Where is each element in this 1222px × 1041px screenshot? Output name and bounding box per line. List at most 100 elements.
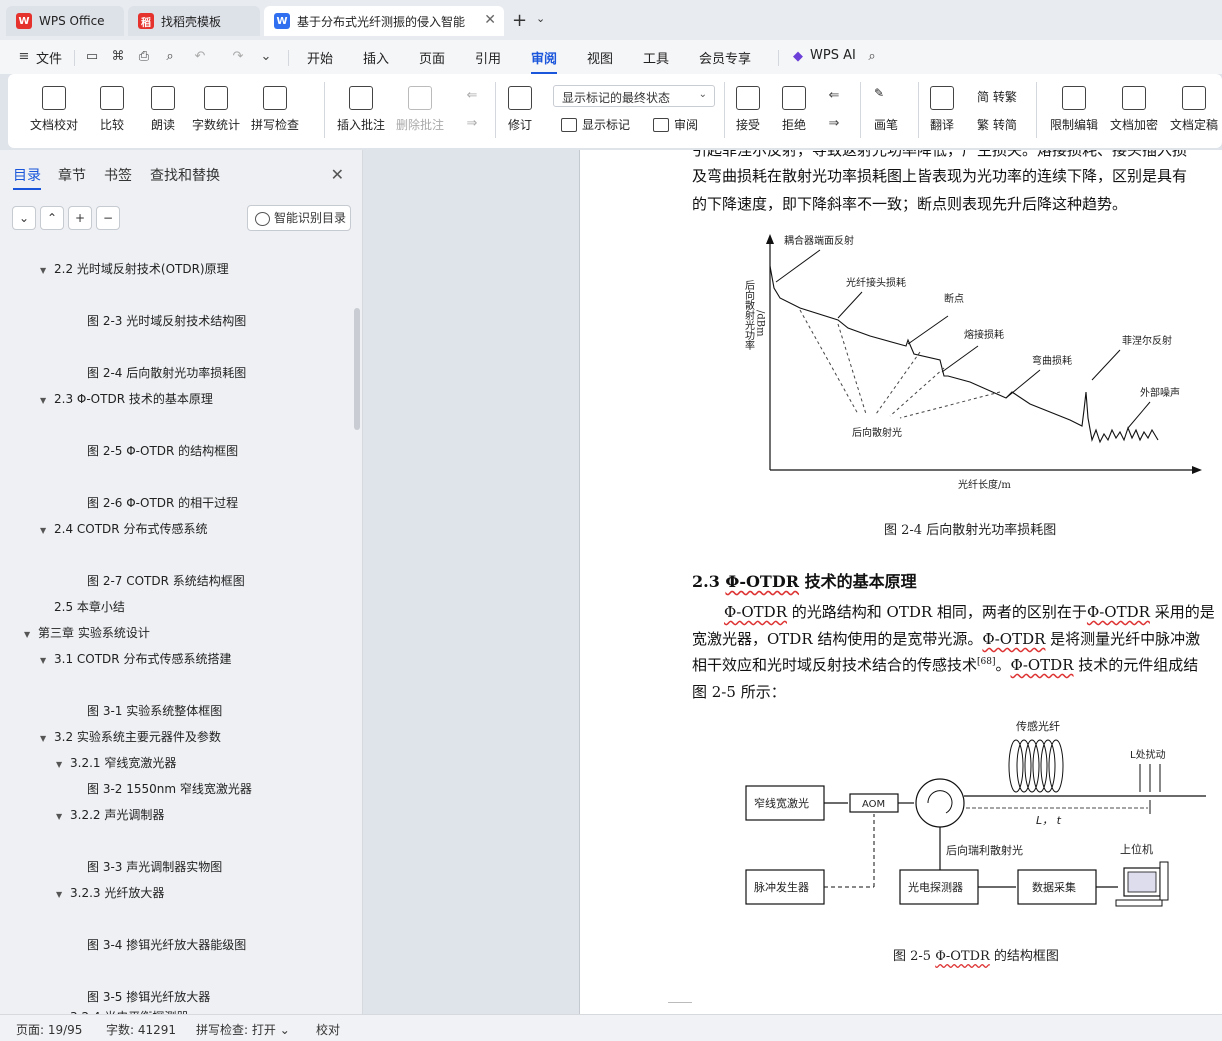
toc-item[interactable]: ▼ 第三章 实验系统设计: [24, 624, 150, 641]
tab-bookmarks[interactable]: 书签: [104, 165, 132, 185]
toc-item[interactable]: 图 2-3 光时域反射技术结构图: [87, 312, 246, 329]
toc-item[interactable]: 图 3-2 1550nm 窄线宽激光器: [87, 780, 252, 797]
finalize-button[interactable]: 文档定稿: [1170, 86, 1218, 133]
menu-wps-ai[interactable]: WPS AI: [810, 48, 856, 63]
caret-down-icon[interactable]: ▼: [40, 526, 54, 535]
menu-home[interactable]: 开始: [307, 48, 333, 67]
toc-item[interactable]: 2.5 本章小结: [54, 598, 125, 615]
caret-down-icon[interactable]: ▼: [40, 656, 54, 665]
toc-item[interactable]: ▼ 3.1 COTDR 分布式传感系统搭建: [40, 650, 231, 667]
undo-icon[interactable]: ↶: [192, 49, 208, 65]
toc-item[interactable]: ▼ 2.4 COTDR 分布式传感系统: [40, 520, 207, 537]
prev-comment-icon[interactable]: ⇐: [464, 88, 480, 104]
toc-item[interactable]: 图 2-6 Φ-OTDR 的相干过程: [87, 494, 238, 511]
new-tab-icon[interactable]: +: [512, 10, 527, 31]
tab-docer-templates[interactable]: 稻 找稻壳模板: [128, 6, 260, 36]
toc-item[interactable]: ▼ 3.2 实验系统主要元器件及参数: [40, 728, 221, 745]
caret-down-icon[interactable]: ▼: [40, 396, 54, 405]
close-icon[interactable]: ✕: [484, 12, 496, 28]
reject-button[interactable]: 拒绝: [782, 86, 806, 133]
document-page[interactable]: 引起菲涅尔反射，导致返射光功率降低，产生损失。熔接损耗、接头插入损 及弯曲损耗在…: [580, 150, 1222, 1014]
read-aloud-button[interactable]: 朗读: [151, 86, 175, 133]
next-change-icon[interactable]: ⇒: [826, 116, 842, 132]
menu-membership[interactable]: 会员专享: [699, 48, 751, 67]
figure-backscatter-loss: 后向散射光功率 /dBm 光纤长度/m 耦合器端面反射 光纤接头损耗 断点 熔接…: [743, 234, 1202, 491]
encrypt-button[interactable]: 文档加密: [1110, 86, 1158, 133]
translate-button[interactable]: 翻译: [930, 86, 954, 133]
menu-tools[interactable]: 工具: [643, 48, 669, 67]
tab-toc[interactable]: 目录: [13, 165, 41, 190]
insert-comment-button[interactable]: 插入批注: [337, 86, 385, 133]
restrict-edit-button[interactable]: 限制编辑: [1050, 86, 1098, 133]
prev-change-icon[interactable]: ⇐: [826, 88, 842, 104]
tab-chapters[interactable]: 章节: [58, 165, 86, 185]
menu-references[interactable]: 引用: [475, 48, 501, 67]
caret-down-icon[interactable]: ▼: [56, 812, 70, 821]
chevron-down-icon[interactable]: ⌄: [536, 12, 545, 25]
collapse-up-button[interactable]: ⌃: [40, 206, 64, 230]
search-icon[interactable]: ⌕: [864, 49, 880, 65]
toc-item[interactable]: 图 3-5 掺铒光纤放大器: [87, 988, 210, 1005]
menu-page[interactable]: 页面: [419, 48, 445, 67]
toc-item[interactable]: ▼ 3.2.1 窄线宽激光器: [56, 754, 176, 771]
next-comment-icon[interactable]: ⇒: [464, 116, 480, 132]
toc-item-label: 3.2.2 声光调制器: [70, 808, 165, 822]
markup-state-select[interactable]: 显示标记的最终状态 ⌄: [553, 85, 715, 107]
toc-item[interactable]: ▼ 2.2 光时域反射技术(OTDR)原理: [40, 260, 229, 277]
menu-file[interactable]: 文件: [36, 48, 62, 67]
redo-icon[interactable]: ↷: [230, 49, 246, 65]
hamburger-menu-icon[interactable]: ≡: [16, 49, 32, 65]
to-traditional-button[interactable]: 简 转繁: [977, 88, 1017, 105]
add-heading-button[interactable]: +: [68, 206, 92, 230]
delete-comment-button[interactable]: 删除批注: [396, 86, 444, 133]
toc-item[interactable]: 图 3-1 实验系统整体框图: [87, 702, 222, 719]
toc-item[interactable]: ▼ 3.2.2 声光调制器: [56, 806, 164, 823]
save-icon[interactable]: ▭: [84, 49, 100, 65]
toc-item[interactable]: 图 3-3 声光调制器实物图: [87, 858, 222, 875]
print-preview-icon[interactable]: ⌕: [162, 49, 178, 65]
print-icon[interactable]: ⎙: [136, 49, 152, 65]
doc-check-button[interactable]: 文档校对: [30, 86, 78, 133]
caret-down-icon[interactable]: ▼: [56, 890, 70, 899]
menu-view[interactable]: 视图: [587, 48, 613, 67]
menu-insert[interactable]: 插入: [363, 48, 389, 67]
pen-button[interactable]: ✎ 画笔: [874, 86, 898, 133]
page-indicator[interactable]: 页面: 19/95: [16, 1021, 82, 1038]
track-changes-button[interactable]: 修订: [508, 86, 532, 133]
share-icon[interactable]: ⌘: [110, 49, 126, 65]
review-pane-button[interactable]: 审阅: [653, 116, 698, 133]
spell-check-status[interactable]: 拼写检查: 打开 ⌄: [196, 1021, 290, 1038]
remove-heading-button[interactable]: −: [96, 206, 120, 230]
caption-text: 的结构框图: [989, 949, 1059, 964]
close-icon[interactable]: ✕: [331, 165, 344, 184]
menu-review[interactable]: 审阅: [531, 48, 558, 74]
word-count[interactable]: 字数: 41291: [106, 1021, 176, 1038]
word-count-button[interactable]: 字数统计: [192, 86, 240, 133]
citation[interactable]: [68]: [977, 657, 995, 667]
toc-item[interactable]: 图 2-5 Φ-OTDR 的结构框图: [87, 442, 238, 459]
spell-check-button[interactable]: 拼写检查: [251, 86, 299, 133]
compare-button[interactable]: 比较: [100, 86, 124, 133]
caret-down-icon[interactable]: ▼: [40, 266, 54, 275]
toc-item-label: 2.2 光时域反射技术(OTDR)原理: [54, 262, 229, 276]
toc-item[interactable]: 图 2-7 COTDR 系统结构框图: [87, 572, 245, 589]
toc-item[interactable]: 图 3-4 掺铒光纤放大器能级图: [87, 936, 246, 953]
caret-down-icon[interactable]: ▼: [40, 734, 54, 743]
show-markup-button[interactable]: 显示标记: [561, 116, 630, 133]
toc-item[interactable]: 图 2-4 后向散射光功率损耗图: [87, 364, 246, 381]
title-bar: W WPS Office 稻 找稻壳模板 W 基于分布式光纤测振的侵入智能 ✕ …: [0, 0, 1222, 40]
smart-toc-button[interactable]: 智能识别目录: [247, 205, 351, 231]
accept-button[interactable]: 接受: [736, 86, 760, 133]
tab-document[interactable]: W 基于分布式光纤测振的侵入智能 ✕: [264, 6, 504, 36]
tab-wps-office[interactable]: W WPS Office: [6, 6, 124, 36]
chevron-down-icon[interactable]: ⌄: [258, 49, 274, 65]
tab-find-replace[interactable]: 查找和替换: [150, 165, 220, 185]
toc-item[interactable]: ▼ 2.3 Φ-OTDR 技术的基本原理: [40, 390, 213, 407]
caret-down-icon[interactable]: ▼: [56, 760, 70, 769]
toc-item[interactable]: ▼ 3.2.3 光纤放大器: [56, 884, 164, 901]
caret-down-icon[interactable]: ▼: [24, 630, 38, 639]
toc-scrollbar[interactable]: [354, 308, 360, 430]
proofread-status[interactable]: 校对: [316, 1021, 340, 1038]
to-simplified-button[interactable]: 繁 转简: [977, 116, 1017, 133]
collapse-down-button[interactable]: ⌄: [12, 206, 36, 230]
